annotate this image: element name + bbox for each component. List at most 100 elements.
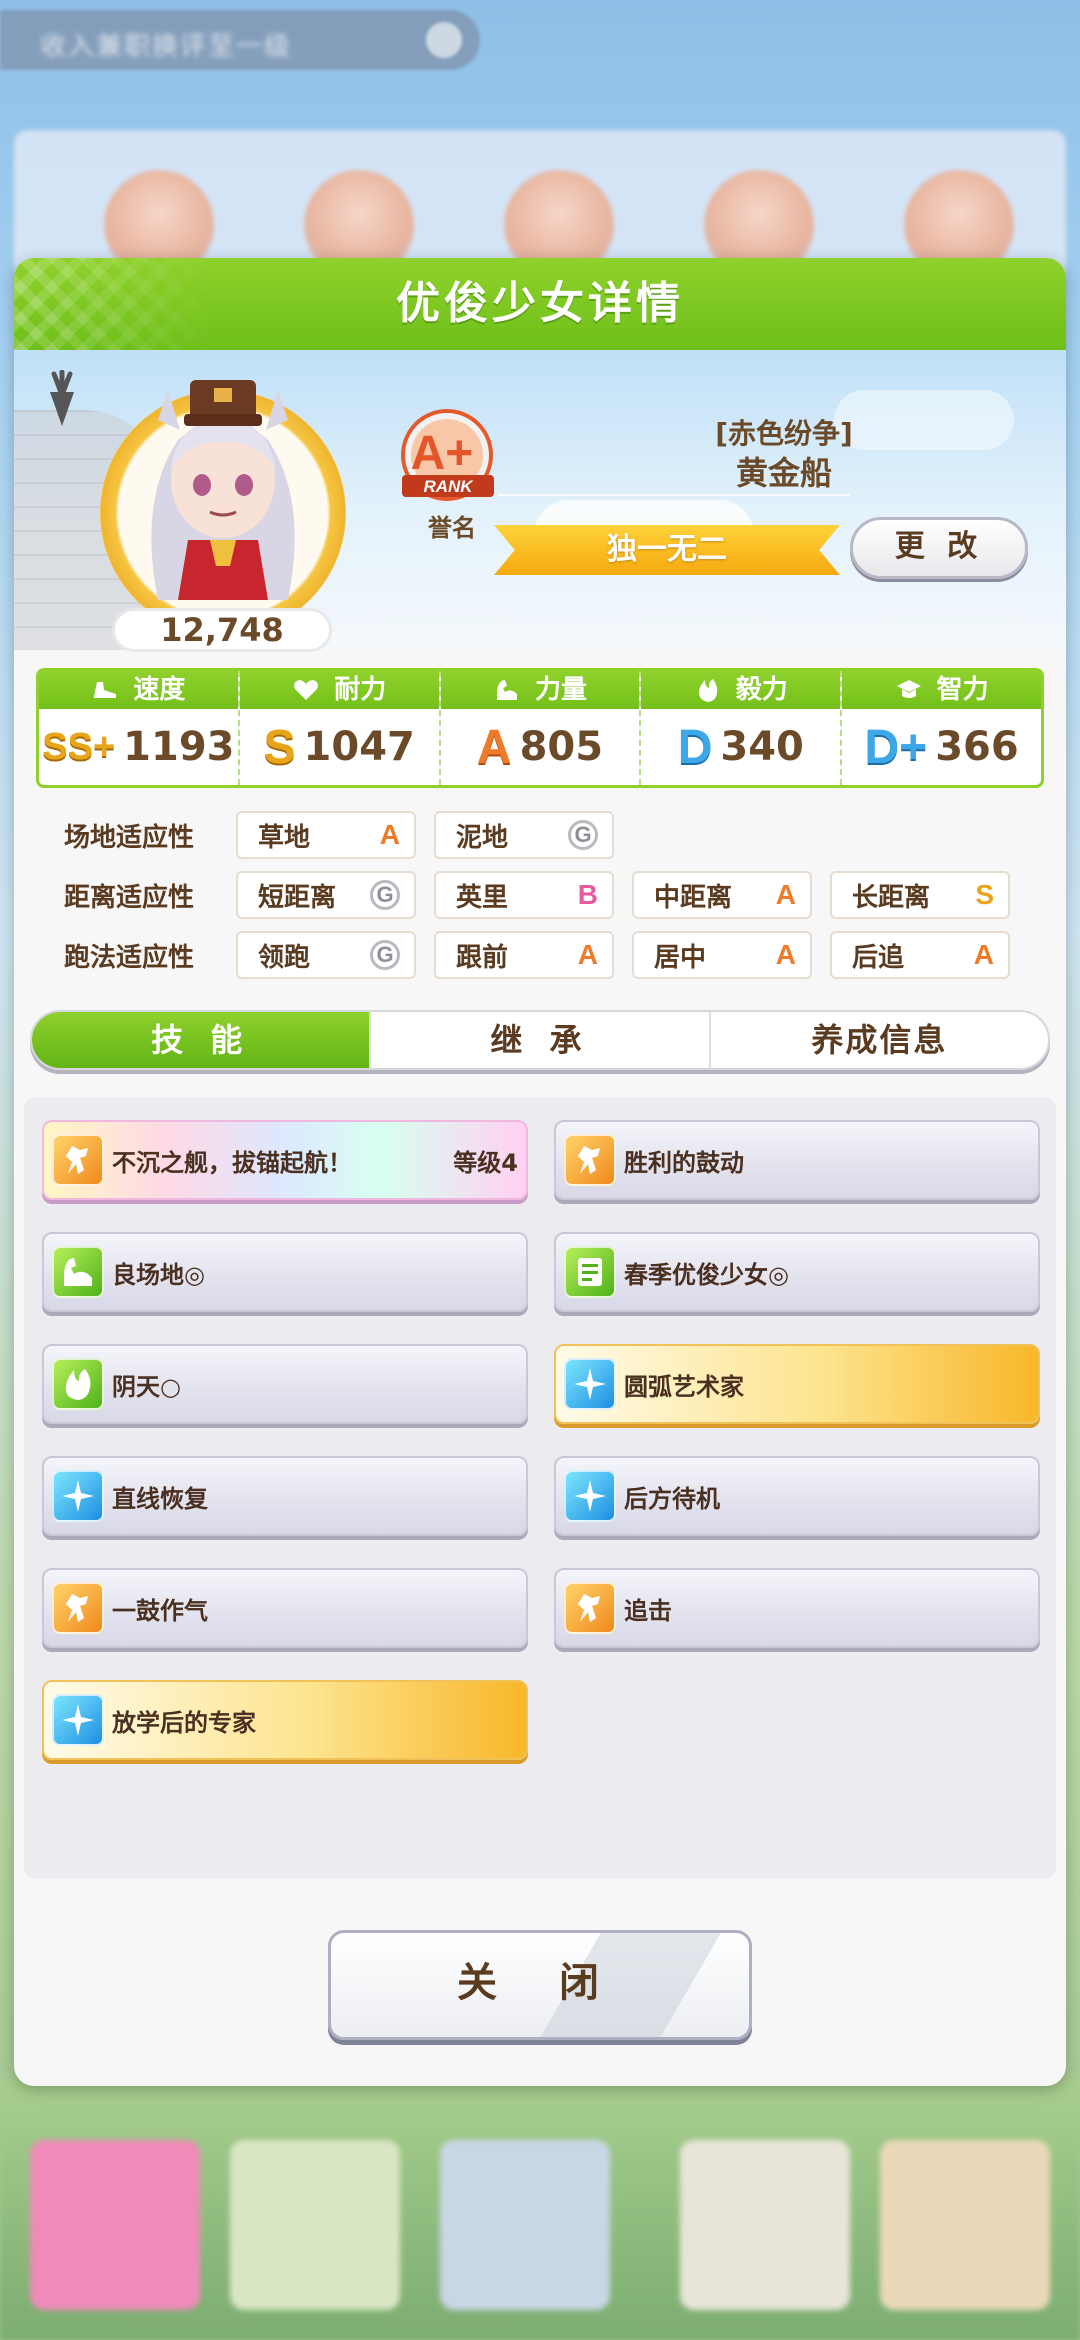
skill-name: 胜利的鼓动 — [624, 1148, 744, 1177]
skill-icon — [52, 1358, 104, 1410]
stat-value-row: S 1047 — [240, 709, 439, 785]
aptitude-grade: G — [568, 820, 598, 850]
background-nav-item — [230, 2140, 400, 2310]
dialog-title: 优俊少女详情 — [396, 278, 684, 329]
horse-icon — [578, 1146, 600, 1174]
aptitude-grade: A — [577, 939, 598, 970]
skill-item[interactable]: 放学后的专家 — [42, 1680, 528, 1760]
change-title-button[interactable]: 更 改 — [850, 517, 1028, 579]
character-detail-dialog: 优俊少女详情 12,748 A+ RANK 誉名 [赤色纷争] 黄金船 独一无二… — [14, 258, 1066, 2086]
stat-header: 力量 — [440, 671, 640, 709]
stat-grade: SS+ — [42, 725, 116, 768]
aptitude-pace-chaser: 跟前 A — [434, 931, 614, 979]
detail-tabs: 技 能 继 承 养成信息 — [30, 1010, 1050, 1070]
skill-item[interactable]: 一鼓作气 — [42, 1568, 528, 1648]
tab-inheritance[interactable]: 继 承 — [371, 1012, 711, 1068]
flame-icon — [65, 1369, 91, 1400]
sparkle-icon — [574, 1480, 606, 1512]
aptitude-row-style: 跑法适应性 领跑 G 跟前 A 居中 A 后追 A — [36, 930, 1028, 980]
skill-name: 不沉之舰，拔锚起航！ — [112, 1148, 352, 1177]
stat-grade: D+ — [864, 720, 928, 774]
aptitude-front-runner: 领跑 G — [236, 931, 416, 979]
stat-power: 力量 A 805 — [440, 671, 642, 785]
character-header: 12,748 A+ RANK 誉名 [赤色纷争] 黄金船 独一无二 更 改 — [14, 350, 1066, 652]
rank-badge: A+ RANK — [401, 409, 494, 501]
skill-icon — [52, 1694, 104, 1746]
stat-label: 毅力 — [735, 675, 788, 705]
aptitude-dirt: 泥地 G — [434, 811, 614, 859]
close-button[interactable]: 关 闭 — [328, 1930, 752, 2040]
character-name: 黄金船 — [735, 454, 832, 492]
skill-item[interactable]: 春季优俊少女◎ — [554, 1232, 1040, 1312]
aptitude-grade: A — [379, 819, 400, 850]
aptitude-end-closer: 后追 A — [830, 931, 1010, 979]
skill-item[interactable]: 胜利的鼓动 — [554, 1120, 1040, 1200]
stat-value: 366 — [935, 724, 1019, 770]
stats-table: 速度 SS+ 1193 耐力 S 1047 力量 A 805 毅力 D 340 … — [36, 668, 1044, 788]
stat-grade: S — [263, 720, 296, 774]
stat-header: 速度 — [39, 671, 238, 709]
stat-header: 毅力 — [641, 671, 841, 709]
skill-name: 一鼓作气 — [112, 1596, 208, 1625]
stat-label: 力量 — [534, 675, 587, 705]
tab-training-info[interactable]: 养成信息 — [711, 1012, 1048, 1068]
aptitude-row-distance: 距离适应性 短距离 G 英里 B 中距离 A 长距离 S — [36, 870, 1028, 920]
aptitude-name: 领跑 — [258, 942, 311, 973]
aptitude-medium: 中距离 A — [632, 871, 812, 919]
name-divider — [498, 494, 850, 496]
aptitude-grade: A — [775, 879, 796, 910]
stat-value: 805 — [519, 724, 604, 770]
skill-item[interactable]: 良场地◎ — [42, 1232, 528, 1312]
skill-item[interactable]: 追击 — [554, 1568, 1040, 1648]
aptitude-name: 居中 — [654, 942, 707, 973]
skill-icon — [564, 1246, 616, 1298]
heart-icon — [294, 680, 319, 700]
aptitude-grade: S — [975, 879, 994, 910]
dialog-header: 优俊少女详情 — [14, 258, 1066, 350]
rank-word: RANK — [423, 477, 474, 496]
background-bottom-nav — [0, 2080, 1080, 2340]
character-title: 独一无二 — [494, 525, 840, 575]
aptitude-late-surger: 居中 A — [632, 931, 812, 979]
aptitude-label: 场地适应性 — [64, 822, 195, 853]
skill-icon — [52, 1246, 104, 1298]
aptitude-sprint: 短距离 G — [236, 871, 416, 919]
muscle-icon — [64, 1258, 92, 1286]
skill-item[interactable]: 圆弧艺术家 — [554, 1344, 1040, 1424]
stat-label: 智力 — [936, 675, 989, 705]
aptitude-row-track: 场地适应性 草地 A 泥地 G — [36, 810, 632, 860]
skill-name: 圆弧艺术家 — [624, 1372, 744, 1401]
skill-icon — [564, 1582, 616, 1634]
aptitude-name: 跟前 — [456, 942, 509, 973]
skill-item[interactable]: 直线恢复 — [42, 1456, 528, 1536]
character-portrait[interactable] — [118, 360, 328, 610]
aptitude-label: 距离适应性 — [64, 882, 195, 913]
aptitude-name: 英里 — [456, 882, 509, 913]
horse-icon — [66, 1146, 88, 1174]
character-epithet: [赤色纷争] — [715, 417, 853, 450]
aptitude-long: 长距离 S — [830, 871, 1010, 919]
stat-header: 智力 — [842, 671, 1041, 709]
skill-icon — [564, 1358, 616, 1410]
tab-skills[interactable]: 技 能 — [32, 1012, 372, 1068]
aptitude-name: 后追 — [852, 942, 905, 973]
background-nav-item — [30, 2140, 200, 2310]
stat-value-row: D+ 366 — [842, 709, 1041, 785]
skill-icon — [52, 1470, 104, 1522]
stat-grade: A — [476, 720, 512, 774]
aptitude-name: 泥地 — [456, 822, 509, 853]
aptitude-grade: B — [577, 879, 598, 910]
aptitude-grade: G — [370, 940, 400, 970]
aptitude-name: 草地 — [258, 822, 311, 853]
sparkle-icon — [62, 1704, 94, 1736]
aptitude-turf: 草地 A — [236, 811, 416, 859]
rank-label: 誉名 — [428, 514, 476, 542]
skill-item[interactable]: 后方待机 — [554, 1456, 1040, 1536]
stat-speed: 速度 SS+ 1193 — [39, 671, 240, 785]
skill-name: 良场地◎ — [112, 1260, 205, 1289]
stat-value: 1047 — [303, 724, 415, 770]
carrot-icon — [50, 370, 74, 426]
skill-icon — [52, 1582, 104, 1634]
skill-item[interactable]: 不沉之舰，拔锚起航！ 等级4 — [42, 1120, 528, 1200]
skill-item[interactable]: 阴天○ — [42, 1344, 528, 1424]
